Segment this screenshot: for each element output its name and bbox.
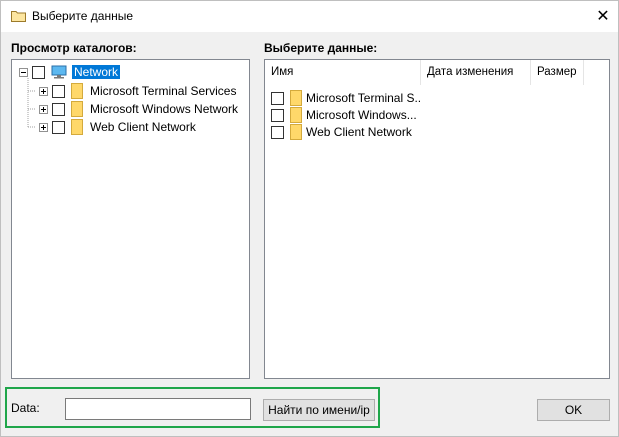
tree-checkbox[interactable]: [52, 84, 65, 98]
tree-checkbox[interactable]: [52, 120, 65, 134]
list-item-name: Microsoft Windows...: [306, 108, 417, 122]
expand-icon[interactable]: [39, 104, 48, 114]
tree-checkbox[interactable]: [32, 65, 45, 79]
title-bar: Выберите данные ✕: [1, 1, 618, 32]
folder-icon: [290, 124, 302, 140]
list-item[interactable]: Microsoft Windows...: [271, 106, 421, 124]
folder-icon: [71, 101, 83, 117]
data-input[interactable]: [65, 398, 251, 420]
folder-icon: [71, 83, 83, 99]
tree-node-windows-network[interactable]: Microsoft Windows Network: [39, 100, 238, 118]
column-header-size[interactable]: Размер: [531, 60, 584, 85]
expand-icon[interactable]: [39, 122, 48, 132]
tree-node-network[interactable]: Network: [19, 63, 121, 81]
list-item-name: Microsoft Terminal S...: [306, 91, 421, 105]
tree-node-label: Web Client Network: [90, 120, 196, 134]
network-computer-icon: [51, 65, 67, 79]
tree-checkbox[interactable]: [52, 102, 65, 116]
find-by-name-button[interactable]: Найти по имени/ip: [263, 399, 375, 421]
ok-button[interactable]: OK: [537, 399, 610, 421]
folder-icon: [290, 90, 302, 106]
tree-node-label: Network: [72, 65, 121, 79]
list-item-name: Web Client Network: [306, 125, 412, 139]
catalog-browser-label: Просмотр каталогов:: [11, 41, 137, 55]
list-checkbox[interactable]: [271, 125, 284, 139]
tree-node-label: Microsoft Windows Network: [90, 102, 239, 116]
folder-icon: [71, 119, 83, 135]
data-list[interactable]: Имя Дата изменения Размер Microsoft Term…: [264, 59, 610, 379]
folder-icon: [290, 107, 302, 123]
tree-node-label: Microsoft Terminal Services: [90, 84, 237, 98]
expand-icon[interactable]: [39, 86, 48, 96]
tree-node-terminal-services[interactable]: Microsoft Terminal Services: [39, 82, 236, 100]
column-header-date[interactable]: Дата изменения: [421, 60, 531, 85]
window-title: Выберите данные: [32, 9, 134, 23]
folder-icon: [11, 11, 26, 22]
list-header: Имя Дата изменения Размер: [265, 60, 609, 85]
list-item[interactable]: Microsoft Terminal S...: [271, 89, 421, 107]
data-label: Data:: [11, 401, 40, 415]
list-checkbox[interactable]: [271, 91, 284, 105]
catalog-tree[interactable]: Network Microsoft Terminal Services Micr…: [11, 59, 250, 379]
tree-node-web-client-network[interactable]: Web Client Network: [39, 118, 196, 136]
list-item[interactable]: Web Client Network: [271, 123, 421, 141]
data-select-label: Выберите данные:: [264, 41, 378, 55]
close-button[interactable]: ✕: [588, 1, 618, 31]
dialog-window: Выберите данные ✕ Просмотр каталогов: Вы…: [0, 0, 619, 437]
column-header-name[interactable]: Имя: [265, 60, 421, 85]
close-icon: ✕: [596, 8, 610, 25]
list-checkbox[interactable]: [271, 108, 284, 122]
collapse-icon[interactable]: [19, 67, 28, 77]
